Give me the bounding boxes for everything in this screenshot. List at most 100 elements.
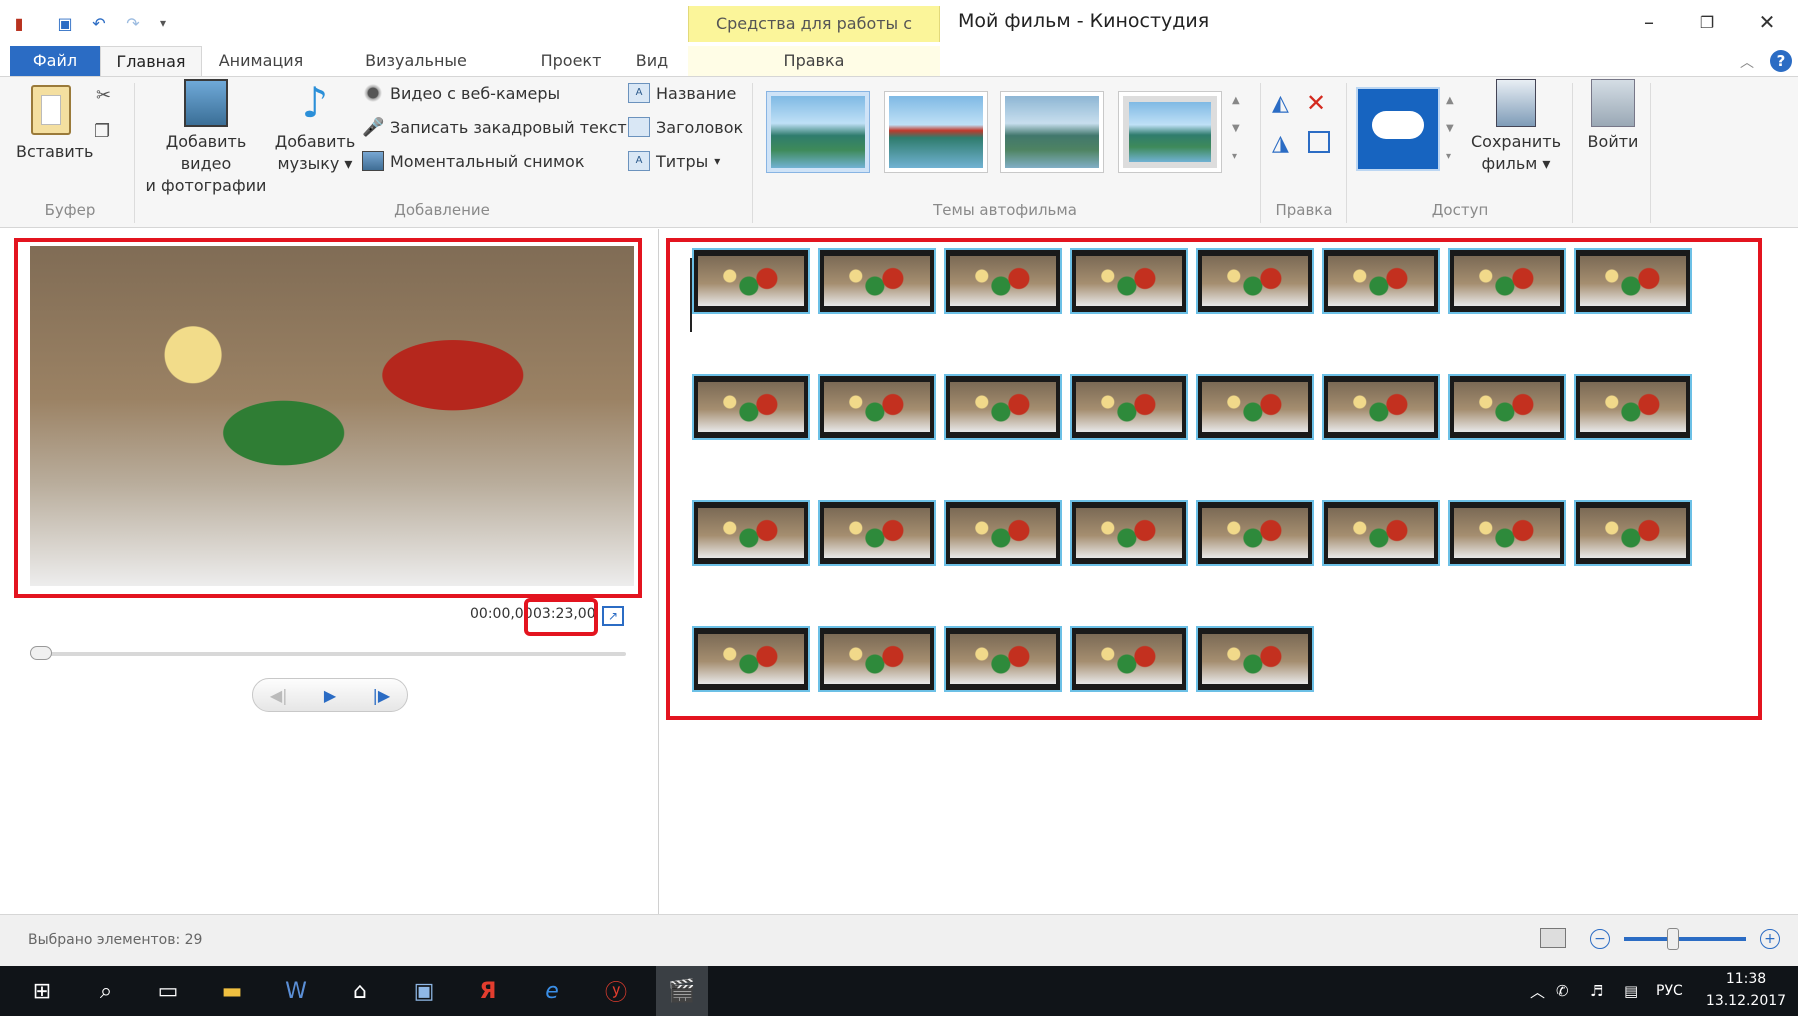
credits-label: Титры (656, 151, 709, 171)
credits-button[interactable]: A Титры ▾ (628, 147, 743, 175)
signin-button[interactable]: Войти (1580, 79, 1646, 153)
zoom-slider[interactable] (1624, 937, 1746, 941)
ribbon-tabs: Файл Главная Анимация Визуальные эффекты… (0, 46, 1798, 100)
yandex-browser-icon[interactable]: ⓨ (590, 966, 642, 1016)
signin-label: Войти (1587, 132, 1639, 151)
qat-customize-icon[interactable]: ▾ (152, 12, 174, 34)
tab-project[interactable]: Проект (522, 46, 620, 76)
minimize-button[interactable]: – (1620, 4, 1678, 40)
notifications-icon[interactable]: ▤ (1624, 966, 1638, 1016)
snapshot-icon (362, 151, 384, 171)
app-icon: ▮ (14, 13, 24, 33)
zoom-handle[interactable] (1666, 928, 1679, 950)
autofilm-theme-1[interactable] (766, 91, 870, 173)
remove-icon[interactable]: ✕ (1306, 89, 1326, 117)
thumbnail-size-icon[interactable] (1540, 928, 1566, 948)
tab-home[interactable]: Главная (100, 46, 202, 77)
help-icon[interactable]: ? (1770, 50, 1792, 72)
window-title: Мой фильм - Киностудия (958, 10, 1210, 32)
microphone-icon: 🎤 (362, 117, 385, 138)
status-bar (0, 914, 1798, 966)
search-icon[interactable]: ⌕ (80, 966, 132, 1016)
tab-view[interactable]: Вид (626, 46, 678, 76)
snapshot-label: Моментальный снимок (390, 151, 585, 171)
undo-icon[interactable]: ↶ (88, 12, 110, 34)
close-button[interactable]: ✕ (1738, 4, 1796, 40)
storyboard-highlight-frame (666, 238, 1762, 720)
internet-explorer-icon[interactable]: e (526, 966, 578, 1016)
computer-icon[interactable]: ▣ (398, 966, 450, 1016)
snapshot-button[interactable]: Моментальный снимок (362, 147, 639, 175)
themes-scroll[interactable]: ▲ ▼ ▾ (1232, 87, 1240, 171)
autofilm-theme-3[interactable] (1000, 91, 1104, 173)
task-view-icon[interactable]: ▭ (142, 966, 194, 1016)
volume-icon[interactable]: ♬ (1590, 966, 1603, 1016)
movie-maker-taskbar-icon[interactable]: 🎬 (656, 966, 708, 1016)
save-movie-button[interactable]: Сохранить фильм ▾ (1468, 79, 1564, 175)
add-music-label-2: музыку ▾ (277, 154, 353, 173)
redo-icon[interactable]: ↷ (122, 12, 144, 34)
title-label: Название (656, 83, 737, 103)
onedrive-button[interactable] (1356, 87, 1440, 171)
separator (134, 83, 135, 223)
seek-handle[interactable] (30, 646, 52, 660)
webcam-video-button[interactable]: Видео с веб-камеры (362, 79, 639, 107)
store-icon[interactable]: ⌂ (334, 966, 386, 1016)
tab-file[interactable]: Файл (10, 46, 100, 76)
network-icon[interactable]: ✆ (1556, 966, 1569, 1016)
contextual-tab-group: Средства для работы с видео (688, 6, 940, 69)
fullscreen-preview-button[interactable]: ↗ (602, 606, 624, 626)
caption-button[interactable]: Заголовок (628, 113, 743, 141)
title-icon: A (628, 83, 650, 103)
zoom-in-button[interactable]: + (1760, 929, 1780, 949)
chevron-down-icon: ▾ (714, 154, 721, 168)
clock[interactable]: 11:38 13.12.2017 (1700, 968, 1792, 1012)
preview-highlight-frame (14, 238, 642, 598)
next-frame-button[interactable]: |▶ (356, 679, 407, 711)
tray-show-hidden-icon[interactable]: ︿ (1530, 966, 1545, 1016)
ribbon: Вставить ✂ ❐ Буфер Добавить видео и фото… (0, 76, 1798, 228)
add-music-label-1: Добавить (274, 132, 356, 151)
paste-button[interactable]: Вставить (16, 85, 93, 163)
copy-icon[interactable]: ❐ (94, 121, 110, 142)
record-narration-button[interactable]: 🎤 Записать закадровый текст ▾ (362, 113, 639, 141)
play-button[interactable]: ▶ (304, 679, 355, 711)
rotate-left-icon[interactable]: ◭ (1272, 91, 1289, 116)
caption-icon (628, 117, 650, 137)
rotate-right-icon[interactable]: ◮ (1272, 131, 1289, 156)
select-all-icon[interactable] (1308, 131, 1330, 153)
playback-controls: ◀| ▶ |▶ (252, 678, 408, 712)
playhead[interactable] (690, 258, 692, 332)
separator (1650, 83, 1651, 223)
cut-icon[interactable]: ✂ (96, 85, 111, 106)
autofilm-theme-2[interactable] (884, 91, 988, 173)
save-icon[interactable]: ▣ (54, 12, 76, 34)
title-button[interactable]: A Название (628, 79, 743, 107)
add-video-label-1: Добавить видео (165, 132, 247, 173)
autofilm-theme-4[interactable] (1118, 91, 1222, 173)
tab-edit[interactable]: Правка (688, 46, 940, 76)
add-video-photos-button[interactable]: Добавить видео и фотографии (138, 79, 274, 197)
add-music-button[interactable]: ♪ Добавить музыку ▾ (274, 79, 356, 175)
word-icon[interactable]: W (270, 966, 322, 1016)
clock-date: 13.12.2017 (1705, 993, 1787, 1009)
film-photo-icon (184, 79, 228, 127)
separator (1260, 83, 1261, 223)
total-time-highlight (524, 598, 598, 636)
seek-bar[interactable] (30, 652, 626, 656)
share-scroll[interactable]: ▲ ▼ ▾ (1446, 87, 1454, 171)
collapse-ribbon-icon[interactable]: ︿ (1740, 52, 1754, 72)
language-indicator[interactable]: РУС (1656, 966, 1683, 1016)
separator (1346, 83, 1347, 223)
start-icon[interactable]: ⊞ (16, 966, 68, 1016)
file-explorer-icon[interactable]: ▬ (206, 966, 258, 1016)
tab-animation[interactable]: Анимация (206, 46, 316, 76)
yandex-icon[interactable]: Я (462, 966, 514, 1016)
credits-icon: A (628, 151, 650, 171)
previous-frame-button[interactable]: ◀| (253, 679, 304, 711)
zoom-out-button[interactable]: − (1590, 929, 1610, 949)
cloud-icon (1372, 111, 1424, 139)
restore-button[interactable]: ❐ (1678, 4, 1736, 40)
webcam-icon (362, 83, 384, 103)
tab-visual-effects[interactable]: Визуальные эффекты (326, 46, 506, 100)
